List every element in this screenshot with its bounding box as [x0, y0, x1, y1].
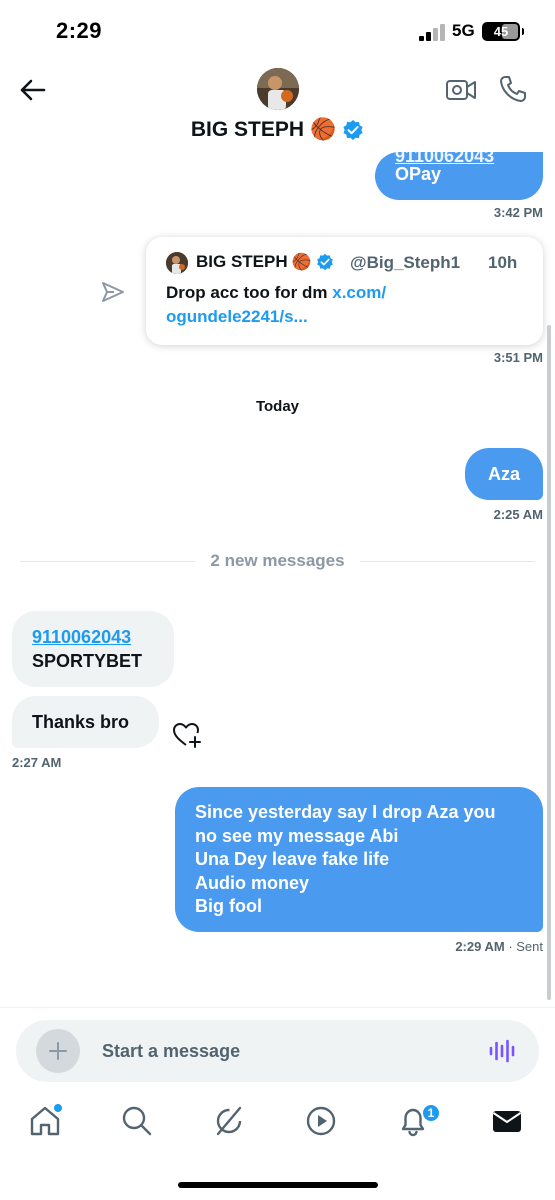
post-link-part1[interactable]: x.com/: [332, 283, 386, 302]
message-bubble-incoming[interactable]: Thanks bro: [12, 696, 159, 748]
verified-badge-icon: [316, 253, 333, 271]
video-call-icon[interactable]: [445, 76, 477, 104]
shared-post-card[interactable]: BIG STEPH 🏀 @Big_Steph1 10h Drop acc too…: [146, 237, 543, 345]
home-unread-dot: [54, 1104, 62, 1112]
post-author-name: BIG STEPH 🏀: [196, 252, 334, 272]
message-bubble-outgoing[interactable]: Since yesterday say I drop Aza you no se…: [175, 787, 543, 932]
status-time: 2:29: [56, 18, 103, 43]
post-author-text: BIG STEPH: [196, 252, 288, 271]
message-timestamp: 2:29 AM: [455, 939, 505, 954]
network-type: 5G: [452, 21, 475, 40]
grok-icon: [216, 1106, 242, 1136]
basketball-emoji: 🏀: [291, 254, 312, 271]
account-number-link[interactable]: 9110062043: [32, 625, 154, 649]
composer-divider: [0, 1007, 555, 1008]
basketball-emoji: 🏀: [310, 118, 337, 141]
battery-indicator: 45: [482, 22, 524, 41]
message-line: Big fool: [195, 896, 262, 916]
new-messages-separator: 2 new messages: [0, 551, 555, 571]
post-age: 10h: [488, 253, 518, 272]
tab-video[interactable]: [304, 1104, 338, 1138]
post-author-avatar: [166, 252, 188, 274]
share-send-icon[interactable]: [100, 280, 126, 304]
notification-count-badge: 1: [422, 1104, 440, 1122]
add-media-button[interactable]: [36, 1029, 80, 1073]
plus-icon: [49, 1042, 67, 1060]
tab-messages[interactable]: [490, 1104, 524, 1138]
message-meta: 2:29 AM · Sent: [455, 939, 543, 954]
post-author-handle: @Big_Steph1: [350, 253, 461, 272]
message-line: no see my message Abi: [195, 825, 399, 846]
message-text: Aza: [487, 464, 520, 484]
home-indicator[interactable]: [178, 1182, 378, 1188]
contact-name-text: BIG STEPH: [190, 118, 305, 141]
message-composer: [16, 1020, 539, 1082]
scrollbar[interactable]: [547, 325, 551, 1000]
message-timestamp: 2:27 AM: [12, 755, 62, 770]
verified-badge-icon: [343, 120, 363, 140]
message-timestamp: 3:51 PM: [493, 350, 543, 365]
voice-message-icon[interactable]: [488, 1038, 516, 1064]
post-link-part2[interactable]: ogundele2241/s...: [166, 307, 308, 326]
signal-icon: [419, 24, 445, 41]
search-icon: [122, 1106, 152, 1136]
post-body: Drop acc too for dm: [166, 283, 333, 302]
message-text: SPORTYBET: [32, 651, 143, 671]
tab-grok[interactable]: [212, 1104, 246, 1138]
message-text: Thanks bro: [32, 712, 130, 732]
message-line: Since yesterday say I drop Aza you: [195, 802, 496, 822]
message-timestamp: 3:42 PM: [493, 205, 543, 220]
video-icon: [306, 1106, 336, 1136]
message-line: Una Dey leave fake life: [195, 849, 390, 869]
message-line: Audio money: [195, 872, 310, 893]
back-arrow-icon[interactable]: [18, 76, 46, 104]
message-bubble-incoming[interactable]: 9110062043 SPORTYBET: [12, 611, 174, 687]
messages-icon: [492, 1111, 522, 1132]
message-text: OPay: [395, 164, 442, 184]
message-status: · Sent: [508, 939, 543, 954]
message-timestamp: 2:25 AM: [493, 507, 543, 522]
message-input[interactable]: [102, 1037, 462, 1065]
day-separator: Today: [255, 398, 300, 415]
tab-search[interactable]: [120, 1104, 154, 1138]
battery-level: 45: [493, 24, 509, 39]
new-messages-text: 2 new messages: [200, 551, 355, 570]
phone-icon[interactable]: [498, 74, 528, 104]
message-bubble-outgoing[interactable]: Aza: [465, 448, 543, 500]
add-reaction-icon[interactable]: [172, 721, 202, 749]
contact-name[interactable]: BIG STEPH 🏀: [0, 118, 555, 142]
message-bubble-outgoing[interactable]: 9110062043 OPay: [375, 152, 543, 200]
post-text: Drop acc too for dm x.com/ ogundele2241/…: [166, 281, 526, 329]
contact-avatar[interactable]: [257, 68, 299, 110]
